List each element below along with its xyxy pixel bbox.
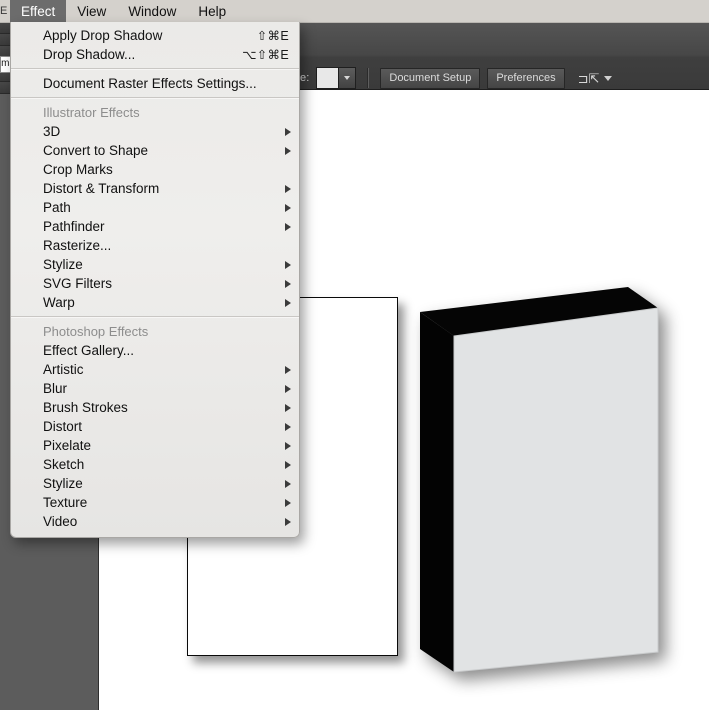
box-front-face <box>453 307 659 673</box>
submenu-arrow-icon <box>285 127 291 136</box>
submenu-arrow-icon <box>285 422 291 431</box>
menu-effect[interactable]: Effect <box>10 0 67 22</box>
menu-item-label: 3D <box>43 124 61 139</box>
submenu-arrow-icon <box>285 498 291 507</box>
align-icon: ⊐⇱ <box>577 70 600 86</box>
style-swatch-chip[interactable] <box>317 68 340 88</box>
effect-dropdown-menu: Apply Drop Shadow ⇧⌘E Drop Shadow... ⌥⇧⌘… <box>10 22 300 538</box>
menu-item-label: Texture <box>43 495 88 510</box>
box-left-face <box>420 312 454 672</box>
submenu-arrow-icon <box>285 298 291 307</box>
align-options-control[interactable]: ⊐⇱ <box>578 72 613 85</box>
menu-item-label: Sketch <box>43 457 85 472</box>
section-header-illustrator-effects: Illustrator Effects <box>43 105 140 120</box>
menu-item-label: Blur <box>43 381 68 396</box>
menu-item-video[interactable]: Video <box>11 512 299 531</box>
extruded-3d-box-shape[interactable] <box>410 272 680 692</box>
menu-separator <box>11 68 299 70</box>
style-label: e: <box>300 72 310 84</box>
menu-bar: E Effect View Window Help <box>0 0 709 23</box>
menu-item-rasterize[interactable]: Rasterize... <box>11 236 299 255</box>
menu-window[interactable]: Window <box>117 0 187 22</box>
menu-item-pixelate[interactable]: Pixelate <box>11 436 299 455</box>
menu-item-pathfinder[interactable]: Pathfinder <box>11 217 299 236</box>
preferences-button[interactable]: Preferences <box>487 67 565 89</box>
menu-item-label: Warp <box>43 295 75 310</box>
menu-item-convert-to-shape[interactable]: Convert to Shape <box>11 141 299 160</box>
menu-item-shortcut: ⌥⇧⌘E <box>242 48 289 62</box>
chevron-down-icon[interactable] <box>339 68 356 88</box>
menu-help[interactable]: Help <box>187 0 237 22</box>
submenu-arrow-icon <box>285 441 291 450</box>
submenu-arrow-icon <box>285 260 291 269</box>
menu-item-stylize-illustrator[interactable]: Stylize <box>11 255 299 274</box>
menu-item-label: Document Raster Effects Settings... <box>43 76 257 91</box>
menu-separator <box>11 316 299 318</box>
menu-item-label: Convert to Shape <box>43 143 149 158</box>
illustrator-window: e: Document Setup Preferences ⊐⇱ Normal … <box>0 0 709 710</box>
menu-item-texture[interactable]: Texture <box>11 493 299 512</box>
menu-separator <box>11 97 299 99</box>
submenu-arrow-icon <box>285 460 291 469</box>
menu-item-label: Drop Shadow... <box>43 47 136 62</box>
menu-item-label: Effect Gallery... <box>43 343 135 358</box>
menu-item-drop-shadow[interactable]: Drop Shadow... ⌥⇧⌘E <box>11 45 299 64</box>
menu-item-label: Rasterize... <box>43 238 112 253</box>
chevron-down-icon[interactable] <box>604 75 613 81</box>
style-swatch-dropdown[interactable] <box>316 67 357 89</box>
submenu-arrow-icon <box>285 146 291 155</box>
submenu-arrow-icon <box>285 517 291 526</box>
menu-item-document-raster-effects-settings[interactable]: Document Raster Effects Settings... <box>11 74 299 93</box>
submenu-arrow-icon <box>285 203 291 212</box>
menu-item-effect-gallery[interactable]: Effect Gallery... <box>11 341 299 360</box>
menu-item-3d[interactable]: 3D <box>11 122 299 141</box>
extruded-box-svg <box>420 287 659 673</box>
menu-bar-left-fragment: E <box>0 5 8 17</box>
menu-item-stylize-photoshop[interactable]: Stylize <box>11 474 299 493</box>
control-bar-contents: e: Document Setup Preferences ⊐⇱ <box>300 67 613 89</box>
menu-item-label: SVG Filters <box>43 276 113 291</box>
menu-item-distort[interactable]: Distort <box>11 417 299 436</box>
menu-item-sketch[interactable]: Sketch <box>11 455 299 474</box>
menu-view[interactable]: View <box>66 0 117 22</box>
submenu-arrow-icon <box>285 403 291 412</box>
menu-item-artistic[interactable]: Artistic <box>11 360 299 379</box>
menu-item-warp[interactable]: Warp <box>11 293 299 312</box>
menu-item-path[interactable]: Path <box>11 198 299 217</box>
submenu-arrow-icon <box>285 184 291 193</box>
menu-item-label: Artistic <box>43 362 84 377</box>
submenu-arrow-icon <box>285 365 291 374</box>
menu-item-label: Stylize <box>43 257 83 272</box>
toolbar-divider <box>367 68 370 88</box>
submenu-arrow-icon <box>285 479 291 488</box>
menu-item-blur[interactable]: Blur <box>11 379 299 398</box>
menu-item-label: Pathfinder <box>43 219 105 234</box>
menu-item-label: Pixelate <box>43 438 92 453</box>
menu-item-apply-drop-shadow[interactable]: Apply Drop Shadow ⇧⌘E <box>11 26 299 45</box>
menu-item-label: Brush Strokes <box>43 400 128 415</box>
menu-item-label: Stylize <box>43 476 83 491</box>
menu-item-label: Video <box>43 514 78 529</box>
submenu-arrow-icon <box>285 279 291 288</box>
document-setup-button[interactable]: Document Setup <box>380 67 481 89</box>
menu-item-crop-marks[interactable]: Crop Marks <box>11 160 299 179</box>
menu-item-label: Path <box>43 200 71 215</box>
menu-item-label: Crop Marks <box>43 162 113 177</box>
menu-item-distort-and-transform[interactable]: Distort & Transform <box>11 179 299 198</box>
menu-item-label: Distort & Transform <box>43 181 160 196</box>
menu-item-svg-filters[interactable]: SVG Filters <box>11 274 299 293</box>
menu-item-label: Distort <box>43 419 83 434</box>
submenu-arrow-icon <box>285 384 291 393</box>
menu-item-label: Apply Drop Shadow <box>43 28 163 43</box>
menu-item-shortcut: ⇧⌘E <box>256 29 289 43</box>
submenu-arrow-icon <box>285 222 291 231</box>
menu-item-brush-strokes[interactable]: Brush Strokes <box>11 398 299 417</box>
section-header-photoshop-effects: Photoshop Effects <box>43 324 149 339</box>
